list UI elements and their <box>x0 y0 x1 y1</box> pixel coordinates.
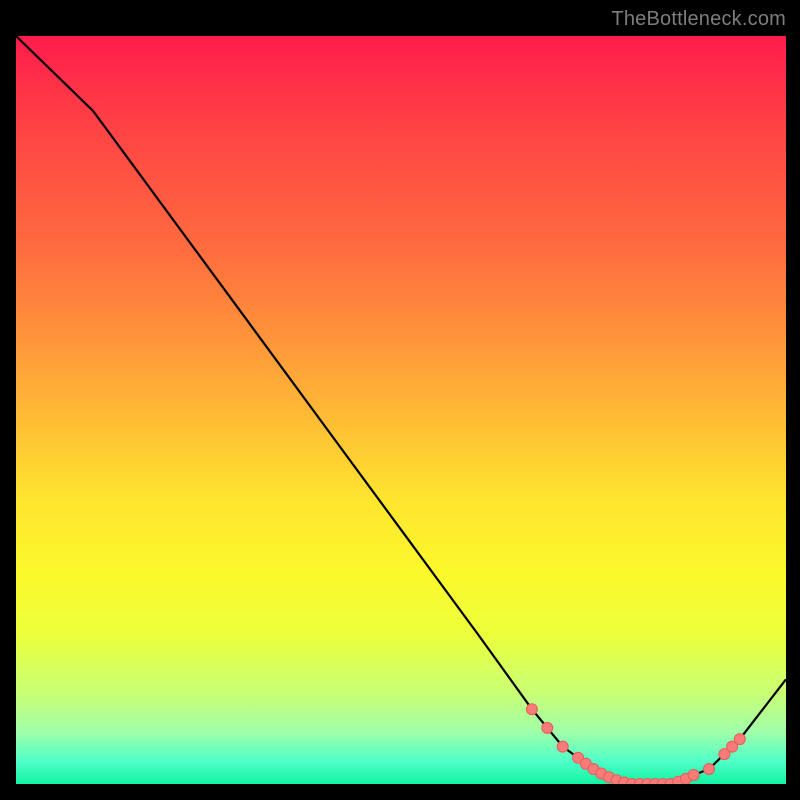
marker-dot <box>734 734 745 745</box>
marker-dot <box>526 704 537 715</box>
marker-dot <box>542 722 553 733</box>
plot-area <box>15 35 787 785</box>
marker-dot <box>704 764 715 775</box>
marker-dot <box>557 741 568 752</box>
watermark-text: TheBottleneck.com <box>611 8 786 31</box>
chart-frame: TheBottleneck.com <box>0 0 800 800</box>
marker-group <box>526 704 745 784</box>
marker-dot <box>688 770 699 781</box>
curve-line <box>16 36 786 784</box>
bottleneck-curve <box>16 36 786 784</box>
